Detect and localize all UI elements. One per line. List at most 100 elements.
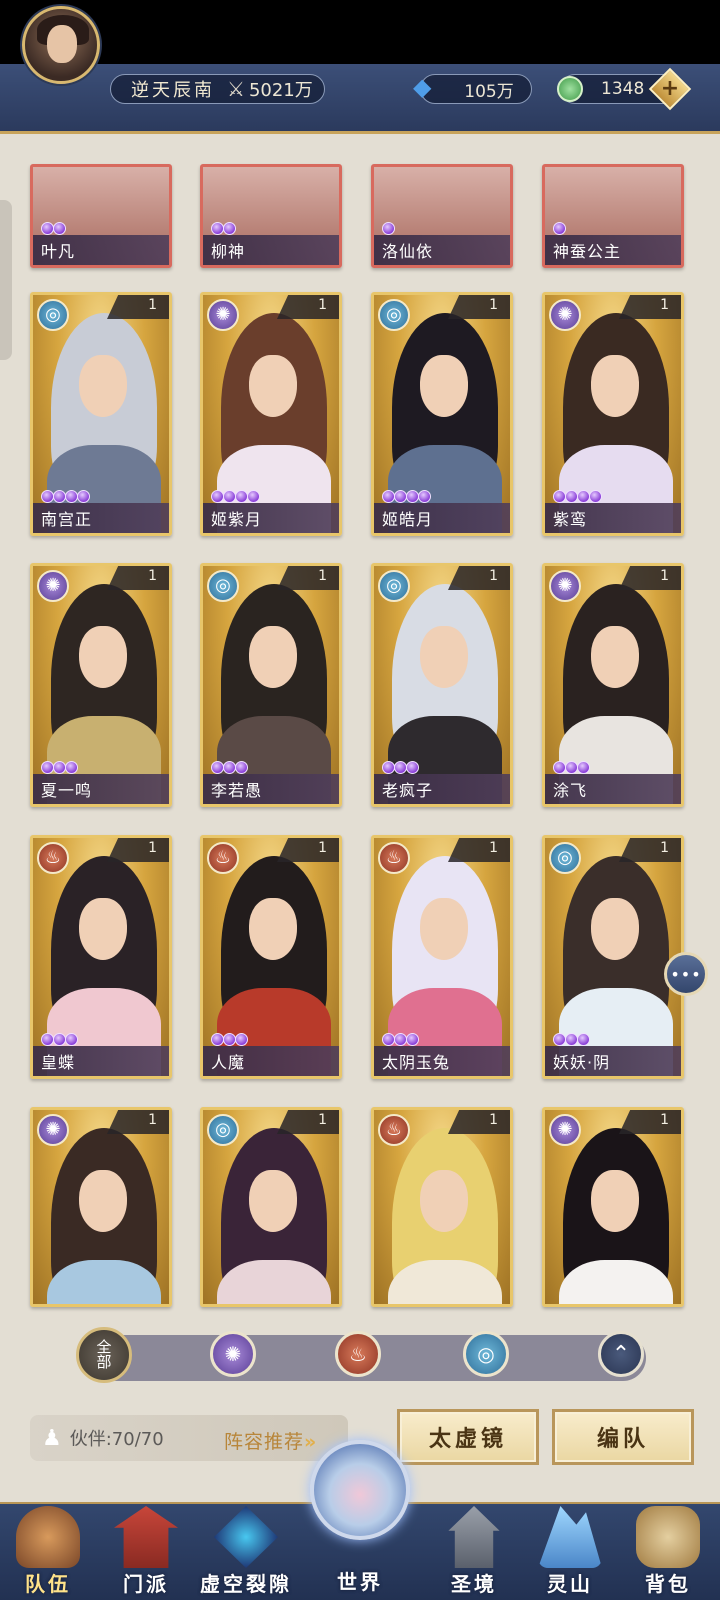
nav-team-label: 队伍 (25, 1572, 71, 1596)
lineup-recommend-link[interactable]: 阵容推荐» (224, 1427, 317, 1454)
filter-water-button[interactable]: ◎ (463, 1331, 509, 1377)
character-card[interactable]: 1 ✺ (542, 1107, 684, 1307)
character-card[interactable]: 神蚕公主 (542, 164, 684, 268)
nav-sect-label: 门派 (123, 1572, 169, 1596)
character-card[interactable]: 1 ♨ 太阴玉兔 (371, 835, 513, 1079)
card-level: 1 (318, 1112, 327, 1128)
card-level: 1 (318, 840, 327, 856)
plus-icon: + (660, 76, 680, 101)
portrait-robe (559, 1260, 673, 1304)
chat-bubble-icon[interactable]: ••• (664, 952, 708, 996)
nav-spirit-mountain[interactable]: 灵山 (522, 1500, 618, 1600)
card-name-bar: 神蚕公主 (545, 235, 681, 265)
character-card[interactable]: 1 ✺ 夏一鸣 (30, 563, 172, 807)
nav-backpack[interactable]: 背包 (620, 1500, 716, 1600)
character-card[interactable]: 柳神 (200, 164, 342, 268)
card-name: 人魔 (211, 1053, 246, 1072)
character-card[interactable]: 1 ◎ 南宫正 (30, 292, 172, 536)
combat-power-value: 5021万 (248, 80, 313, 101)
taixu-mirror-button[interactable]: 太虚镜 (397, 1409, 539, 1465)
lineup-recommend-label: 阵容推荐 (224, 1431, 305, 1453)
character-card[interactable]: 1 ◎ 李若愚 (200, 563, 342, 807)
fire-element-icon: ♨ (378, 842, 410, 874)
card-name-bar: 李若愚 (203, 774, 339, 804)
fire-element-icon: ♨ (207, 842, 239, 874)
nav-mount-label: 灵山 (547, 1572, 593, 1596)
character-card[interactable]: 1 ◎ 姬皓月 (371, 292, 513, 536)
star-rating (211, 1033, 248, 1046)
nav-sacred-realm[interactable]: 圣境 (426, 1500, 522, 1600)
nav-rift-label: 虚空裂隙 (200, 1572, 292, 1596)
purple-star-icon (235, 1033, 248, 1046)
portrait-face (591, 898, 639, 960)
portrait-face (79, 355, 127, 417)
card-level: 1 (148, 297, 157, 313)
card-level: 1 (489, 568, 498, 584)
portrait-robe (47, 1260, 161, 1304)
purple-star-icon (65, 1033, 78, 1046)
card-level: 1 (660, 1112, 669, 1128)
sacred-pagoda-icon (448, 1506, 500, 1568)
character-card[interactable]: 叶凡 (30, 164, 172, 268)
portrait-robe (217, 1260, 331, 1304)
character-card[interactable]: 1 ✺ 姬紫月 (200, 292, 342, 536)
star-rating (211, 490, 260, 503)
star-rating (211, 222, 236, 235)
collapse-filter-button[interactable]: ⌃ (598, 1331, 644, 1377)
player-name-pill[interactable]: 逆天辰南 ⚔ 5021万 (110, 74, 325, 104)
formation-button[interactable]: 编队 (552, 1409, 694, 1465)
void-rift-icon (214, 1506, 278, 1568)
character-card[interactable]: 1 ✺ (30, 1107, 172, 1307)
water-element-icon: ◎ (549, 842, 581, 874)
player-avatar[interactable] (22, 6, 100, 84)
portrait-face (79, 898, 127, 960)
character-card[interactable]: 1 ♨ 人魔 (200, 835, 342, 1079)
nav-team[interactable]: 队伍 (0, 1500, 96, 1600)
purple-star-icon (247, 490, 260, 503)
card-name-bar: 柳神 (203, 235, 339, 265)
star-rating (382, 222, 395, 235)
character-card[interactable]: 1 ✺ 紫鸾 (542, 292, 684, 536)
player-name: 逆天辰南 (131, 80, 215, 101)
character-card[interactable]: 1 ◎ (200, 1107, 342, 1307)
side-drawer-handle[interactable] (0, 200, 12, 360)
nav-world[interactable]: 世界 (306, 1440, 414, 1600)
filter-all-button[interactable]: 全 部 (76, 1327, 132, 1383)
fire-element-icon: ♨ (378, 1114, 410, 1146)
character-card[interactable]: 1 ◎ 妖妖·阴 (542, 835, 684, 1079)
star-rating (553, 222, 566, 235)
star-rating (41, 1033, 78, 1046)
wind-element-icon: ✺ (224, 1342, 242, 1366)
portrait-face (249, 1170, 297, 1232)
card-level: 1 (489, 840, 498, 856)
nav-sacred-label: 圣境 (451, 1572, 497, 1596)
wind-element-icon: ✺ (549, 570, 581, 602)
purple-star-icon (223, 222, 236, 235)
fire-element-icon: ♨ (349, 1342, 367, 1366)
star-rating (41, 490, 90, 503)
card-name: 李若愚 (211, 781, 263, 800)
portrait-face (591, 1170, 639, 1232)
star-rating (553, 1033, 590, 1046)
filter-fire-button[interactable]: ♨ (335, 1331, 381, 1377)
star-rating (382, 1033, 419, 1046)
character-card[interactable]: 1 ✺ 涂飞 (542, 563, 684, 807)
wind-element-icon: ✺ (549, 1114, 581, 1146)
character-card[interactable]: 1 ◎ 老疯子 (371, 563, 513, 807)
character-card[interactable]: 1 ♨ 皇蝶 (30, 835, 172, 1079)
meditating-figure-icon: ♟ (42, 1425, 62, 1451)
coin-currency-pill[interactable]: 1348 + (557, 67, 692, 111)
portrait-face (249, 355, 297, 417)
card-name-bar: 涂飞 (545, 774, 681, 804)
nav-sect[interactable]: 门派 (98, 1500, 194, 1600)
card-name-bar: 洛仙依 (374, 235, 510, 265)
jade-currency-pill[interactable]: ◆ 105万 (413, 73, 532, 104)
character-card[interactable]: 1 ♨ (371, 1107, 513, 1307)
card-name: 夏一鸣 (41, 781, 93, 800)
filter-wind-button[interactable]: ✺ (210, 1331, 256, 1377)
character-card[interactable]: 洛仙依 (371, 164, 513, 268)
card-level: 1 (660, 568, 669, 584)
nav-void-rift[interactable]: 虚空裂隙 (198, 1500, 294, 1600)
filter-all-label-bottom: 部 (96, 1353, 112, 1371)
purple-star-icon (53, 222, 66, 235)
